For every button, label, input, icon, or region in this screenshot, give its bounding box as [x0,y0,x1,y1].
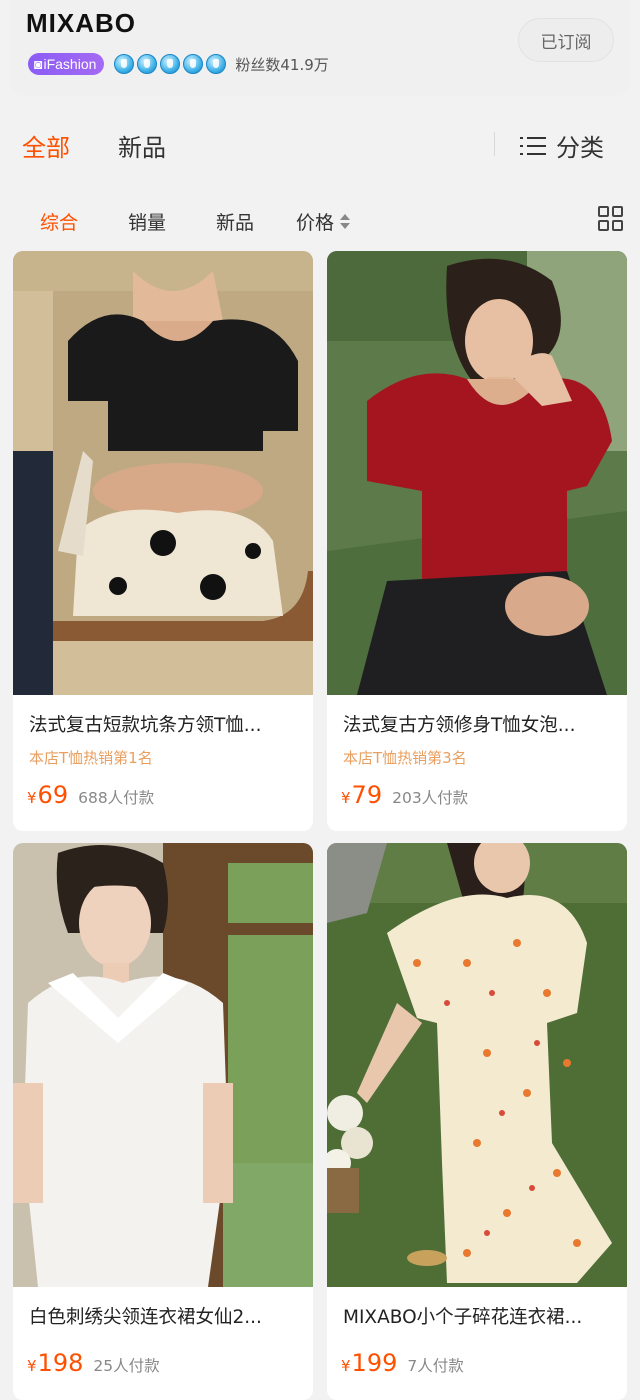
wukong-logo-icon [528,1361,552,1386]
sort-price[interactable]: 价格 [296,208,351,235]
product-title[interactable]: 法式复古短款坑条方领T恤... [29,711,305,737]
sort-sales[interactable]: 销量 [128,208,166,235]
product-rank: 本店T恤热销第1名 [29,749,153,767]
ifashion-logo-icon: ◙ [34,56,43,72]
shop-tabs: 全部 新品 分类 [0,112,640,174]
sort-comprehensive[interactable]: 综合 [40,208,78,235]
tab-new-arrivals[interactable]: 新品 [118,128,166,163]
shop-badges: ◙ iFashion 粉丝数41.9万 [28,52,329,76]
ifashion-label: iFashion [43,56,97,72]
ifashion-badge[interactable]: ◙ iFashion [28,53,105,75]
product-image-red-top[interactable] [327,251,627,695]
crown-icon [137,54,158,74]
crown-icon [114,54,135,74]
currency-symbol: ¥ [27,1357,37,1375]
product-card[interactable]: 法式复古短款坑条方领T恤... 本店T恤热销第1名 ¥ 69 688人付款 [13,251,313,831]
product-card[interactable]: 法式复古方领修身T恤女泡... 本店T恤热销第3名 ¥ 79 203人付款 [327,251,627,831]
price-row: ¥ 79 203人付款 [341,781,468,809]
price-row: ¥ 198 25人付款 [27,1349,160,1377]
sort-price-label: 价格 [296,212,335,234]
product-card[interactable]: MIXABO小个子碎花连衣裙... ¥ 199 7人付款 [327,843,627,1400]
product-sales: 203人付款 [392,789,469,807]
product-price: 69 [37,781,69,809]
shop-header: MIXABO ◙ iFashion 粉丝数41.9万 已订阅 [10,0,630,96]
product-sales: 7人付款 [407,1357,464,1375]
fans-count: 粉丝数41.9万 [235,55,329,74]
currency-symbol: ¥ [341,789,351,807]
tab-divider [494,132,495,156]
product-title[interactable]: 法式复古方领修身T恤女泡... [343,711,619,737]
product-rank: 本店T恤热销第3名 [343,749,467,767]
price-row: ¥ 199 7人付款 [341,1349,464,1377]
shop-name[interactable]: MIXABO [26,8,136,39]
product-title[interactable]: MIXABO小个子碎花连衣裙... [343,1303,619,1329]
tab-all[interactable]: 全部 [22,128,70,163]
crown-icon [160,54,181,74]
category-button[interactable]: 分类 [520,128,604,163]
product-title[interactable]: 白色刺绣尖领连衣裙女仙2... [29,1303,305,1329]
watermark-text: 悟空问答 [558,1366,626,1386]
product-price: 199 [351,1349,398,1377]
grid-view-icon[interactable] [598,206,624,232]
product-sales: 688人付款 [78,789,155,807]
crown-icon [206,54,227,74]
sort-bar: 综合 销量 新品 价格 [0,196,640,242]
currency-symbol: ¥ [341,1357,351,1375]
watermark: 悟空问答 [528,1361,626,1386]
product-price: 79 [351,781,383,809]
category-label: 分类 [556,134,604,162]
sort-arrows-icon [340,213,351,231]
list-icon [520,135,546,157]
product-image-white-dress[interactable] [13,843,313,1287]
currency-symbol: ¥ [27,789,37,807]
product-price: 198 [37,1349,84,1377]
subscribe-button[interactable]: 已订阅 [518,18,614,62]
shop-level [114,54,229,74]
sort-new[interactable]: 新品 [216,208,254,235]
product-image-black-top[interactable] [13,251,313,695]
product-sales: 25人付款 [93,1357,160,1375]
price-row: ¥ 69 688人付款 [27,781,154,809]
crown-icon [183,54,204,74]
product-image-floral-dress[interactable] [327,843,627,1287]
product-card[interactable]: 白色刺绣尖领连衣裙女仙2... ¥ 198 25人付款 [13,843,313,1400]
